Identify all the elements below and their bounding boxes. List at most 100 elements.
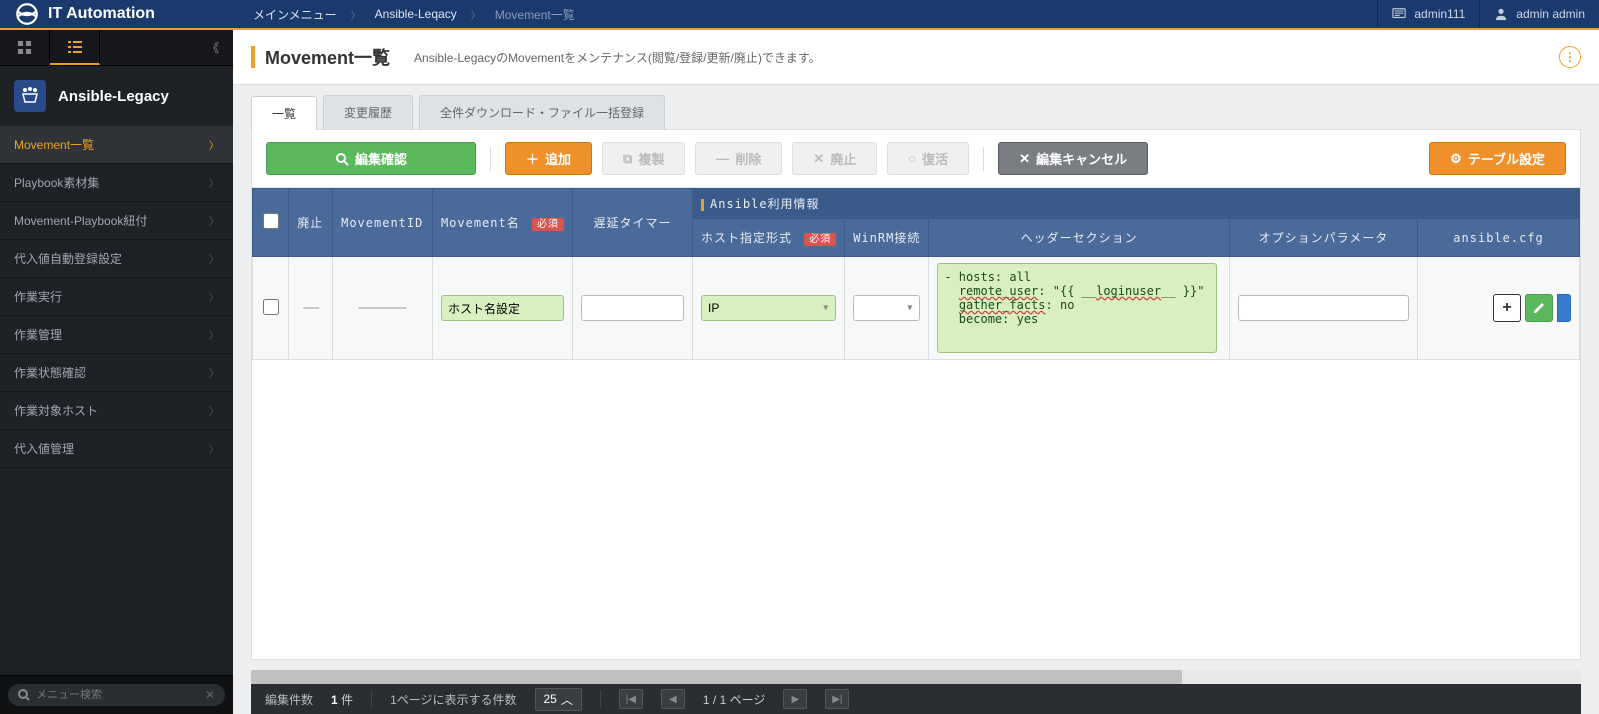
row-checkbox[interactable]	[263, 299, 279, 315]
abolish-button: ✕ 廃止	[792, 142, 877, 175]
view-file-button[interactable]	[1557, 294, 1571, 322]
edit-count-label: 編集件数	[265, 691, 313, 708]
col-movement-name: Movement名 必須	[432, 189, 572, 257]
pager-next-button[interactable]: ▶	[783, 689, 807, 709]
tab-bulk[interactable]: 全件ダウンロード・ファイル一括登録	[419, 95, 665, 129]
tabs: 一覧 変更履歴 全件ダウンロード・ファイル一括登録	[233, 85, 1599, 129]
pager-first-button[interactable]: |◀	[619, 689, 643, 709]
sidebar-item-playbook[interactable]: Playbook素材集 〉	[0, 164, 233, 202]
sidebar-item-label: 作業対象ホスト	[14, 402, 98, 419]
delete-button: — 削除	[695, 142, 782, 175]
user-button[interactable]: admin admin	[1479, 0, 1599, 28]
kebab-icon: ⋮	[1564, 50, 1576, 64]
movement-id-value: ———	[358, 299, 406, 316]
sidebar-item-movement-playbook[interactable]: Movement-Playbook紐付〉	[0, 202, 233, 240]
user-icon	[1494, 7, 1508, 21]
app-header: IT Automation メインメニュー 〉 Ansible-Leqacy 〉…	[0, 0, 1599, 30]
restore-label: 復活	[922, 149, 948, 168]
page-header: Movement一覧 Ansible-LegacyのMovementをメンテナン…	[233, 30, 1599, 85]
delay-timer-input[interactable]	[581, 295, 684, 321]
sidebar-item-label: 作業実行	[14, 288, 62, 305]
sidebar-item-execute[interactable]: 作業実行 〉	[0, 278, 233, 316]
chevron-double-left-icon: 《	[207, 39, 219, 56]
chevron-right-icon: 〉	[209, 137, 219, 152]
required-badge: 必須	[532, 218, 564, 231]
sidebar-view-grid[interactable]	[0, 30, 50, 65]
add-button[interactable]: ＋ 追加	[505, 142, 592, 175]
tab-list[interactable]: 一覧	[251, 96, 317, 130]
x-icon: ✕	[813, 151, 824, 167]
content-panel: 編集確認 ＋ 追加 ⧉ 複製 — 削除 ✕ 廃止	[251, 129, 1581, 660]
chevron-right-icon: 〉	[209, 365, 219, 380]
sidebar-item-movement-list[interactable]: Movement一覧〉	[0, 126, 233, 164]
cancel-button[interactable]: ✕ 編集キャンセル	[998, 142, 1148, 175]
sidebar-view-list[interactable]	[50, 30, 100, 65]
table-scroll[interactable]: 廃止 MovementID Movement名 必須 遅延タイマー Ansibl…	[252, 188, 1580, 659]
chevron-right-icon: 〉	[209, 441, 219, 456]
abolish-value: —	[303, 299, 317, 316]
col-host-format: ホスト指定形式 必須	[692, 219, 844, 257]
data-table: 廃止 MovementID Movement名 必須 遅延タイマー Ansibl…	[252, 188, 1580, 360]
option-param-input[interactable]	[1238, 295, 1409, 321]
chevron-right-icon: 〉	[351, 7, 361, 22]
gear-icon: ⚙	[1450, 151, 1462, 167]
col-delay-timer: 遅延タイマー	[572, 189, 692, 257]
chevron-right-icon: 〉	[209, 251, 219, 266]
pager-last-button[interactable]: ▶|	[825, 689, 849, 709]
sidebar-item-label: 代入値自動登録設定	[14, 250, 122, 267]
edit-file-button[interactable]	[1525, 294, 1553, 322]
scrollbar-thumb[interactable]	[251, 670, 1182, 684]
copy-label: 複製	[638, 149, 664, 168]
host-format-select[interactable]: IP	[701, 295, 836, 321]
page-title: Movement一覧	[265, 44, 390, 70]
tab-history[interactable]: 変更履歴	[323, 95, 413, 129]
col-abolish: 廃止	[289, 189, 333, 257]
workspace-label: admin111	[1414, 7, 1465, 21]
clear-icon[interactable]: ✕	[205, 688, 215, 702]
sidebar-collapse-button[interactable]: 《	[100, 39, 233, 56]
sidebar-item-substitute[interactable]: 代入値管理〉	[0, 430, 233, 468]
table-settings-button[interactable]: ⚙ テーブル設定	[1429, 142, 1566, 175]
toolbar: 編集確認 ＋ 追加 ⧉ 複製 — 削除 ✕ 廃止	[252, 130, 1580, 188]
per-page-select[interactable]: 25 ︿	[535, 688, 582, 711]
col-winrm: WinRM接続	[845, 219, 929, 257]
page-description: Ansible-LegacyのMovementをメンテナンス(閲覧/登録/更新/…	[414, 49, 821, 66]
plus-icon: ＋	[526, 149, 539, 168]
winrm-select[interactable]	[853, 295, 920, 321]
chevron-right-icon: 〉	[209, 213, 219, 228]
chevron-right-icon: 〉	[209, 327, 219, 342]
horizontal-scrollbar[interactable]	[251, 670, 1581, 684]
app-logo[interactable]: IT Automation	[0, 1, 233, 27]
sidebar-item-target-host[interactable]: 作業対象ホスト〉	[0, 392, 233, 430]
col-option-param: オプションパラメータ	[1229, 219, 1417, 257]
search-icon	[18, 689, 30, 701]
breadcrumb-item-2: Movement一覧	[495, 6, 575, 23]
pager-prev-button[interactable]: ◀	[661, 689, 685, 709]
sidebar-menu: Movement一覧〉 Playbook素材集〉 Movement-Playbo…	[0, 126, 233, 675]
add-label: 追加	[545, 149, 571, 168]
col-header-section: ヘッダーセクション	[929, 219, 1230, 257]
breadcrumb-item-1[interactable]: Ansible-Leqacy	[375, 7, 457, 21]
header-section-textarea[interactable]: - hosts: all remote_user: "{{ __loginuse…	[937, 263, 1217, 353]
footer-separator	[600, 690, 601, 708]
workspace-icon	[1392, 7, 1406, 21]
confirm-button[interactable]: 編集確認	[266, 142, 476, 175]
copy-button: ⧉ 複製	[602, 142, 685, 175]
movement-name-input[interactable]	[441, 295, 564, 321]
sidebar-item-manage[interactable]: 作業管理〉	[0, 316, 233, 354]
chevron-right-icon: 〉	[209, 175, 219, 190]
page-menu-button[interactable]: ⋮	[1559, 46, 1581, 68]
sidebar-item-status[interactable]: 作業状態確認〉	[0, 354, 233, 392]
sidebar-item-label: Playbook素材集	[14, 174, 99, 191]
minus-icon: —	[716, 151, 729, 166]
title-accent-bar	[251, 46, 255, 68]
workspace-button[interactable]: admin111	[1377, 0, 1479, 28]
sidebar-search-input[interactable]	[36, 689, 199, 701]
chevron-right-icon: 〉	[209, 289, 219, 304]
sidebar-item-auto-register[interactable]: 代入値自動登録設定 〉	[0, 240, 233, 278]
add-file-button[interactable]: +	[1493, 294, 1521, 322]
ansible-icon	[14, 80, 46, 112]
toolbar-separator	[490, 147, 491, 171]
breadcrumb-item-0[interactable]: メインメニュー	[253, 6, 337, 23]
select-all-checkbox[interactable]	[263, 213, 279, 229]
